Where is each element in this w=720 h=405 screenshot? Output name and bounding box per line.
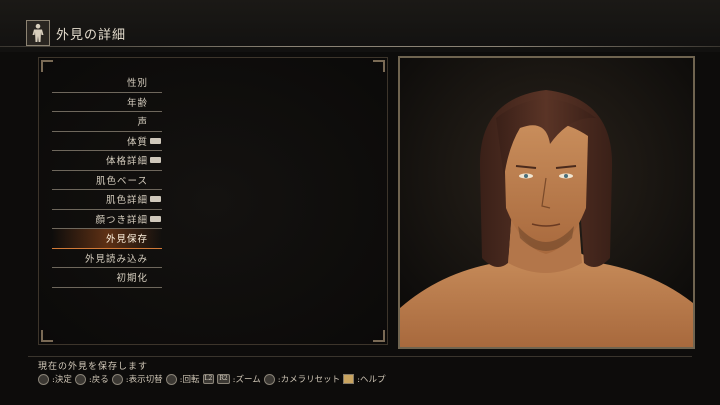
frame-corner	[41, 330, 53, 342]
r3-button-icon	[263, 373, 275, 385]
character-preview[interactable]	[398, 56, 695, 349]
header-divider	[0, 46, 720, 47]
menu-item-label: 声	[137, 117, 148, 129]
controls-legend: :決定 :戻る :表示切替 :回転 L2 R2:ズーム :カメラリセット :ヘルプ	[38, 373, 386, 385]
footer-divider	[28, 356, 692, 357]
frame-corner	[373, 330, 385, 342]
menu-item[interactable]: 初期化	[52, 268, 162, 288]
menu-item[interactable]: 体質	[52, 132, 162, 151]
submenu-icon	[150, 196, 161, 202]
circle-button-icon	[38, 373, 49, 385]
control-label: :戻る	[88, 375, 109, 385]
menu-item[interactable]: 外見読み込み	[52, 249, 162, 268]
r2-button-icon: R2	[217, 374, 230, 384]
menu-item[interactable]: 外見保存	[52, 229, 162, 249]
control-label: :カメラリセット	[277, 375, 341, 385]
menu-item[interactable]: 肌色詳細	[52, 190, 162, 210]
body-figure-icon	[26, 20, 50, 46]
menu-item[interactable]: 体格詳細	[52, 151, 162, 171]
touchpad-icon	[343, 374, 355, 384]
menu-item[interactable]: 年齢	[52, 93, 162, 112]
triangle-button-icon	[111, 373, 123, 385]
menu-item-label: 外見読み込み	[84, 253, 148, 265]
menu-item-label: 初期化	[116, 273, 148, 285]
help-text: 現在の外見を保存します	[38, 362, 149, 372]
page-title: 外見の詳細	[56, 28, 127, 43]
control-label: :ズーム	[232, 375, 261, 385]
menu-item[interactable]: 肌色ベース	[52, 171, 162, 190]
appearance-menu-list: 性別年齢声体質 体格詳細肌色ベース肌色詳細 顔つき詳細外見保存外見読み込み初期化	[52, 73, 162, 288]
control-label: :ヘルプ	[357, 375, 386, 385]
menu-item[interactable]: 性別	[52, 73, 162, 93]
submenu-icon	[150, 157, 161, 163]
submenu-icon	[150, 137, 161, 144]
menu-item[interactable]: 顔つき詳細	[52, 210, 162, 229]
menu-item-label: 年齢	[126, 97, 148, 109]
submenu-icon	[150, 215, 161, 222]
r-stick-icon	[165, 373, 177, 385]
cross-button-icon	[74, 373, 86, 385]
appearance-menu-panel: 性別年齢声体質 体格詳細肌色ベース肌色詳細 顔つき詳細外見保存外見読み込み初期化	[38, 57, 388, 345]
menu-item-label: 外見保存	[105, 234, 148, 246]
frame-corner	[41, 60, 53, 72]
frame-corner	[373, 60, 385, 72]
menu-item[interactable]: 声	[52, 112, 162, 132]
menu-item-label: 肌色ベース	[95, 175, 148, 187]
l2-button-icon: L2	[202, 374, 215, 384]
character-portrait	[400, 58, 693, 347]
control-label: :表示切替	[125, 375, 163, 385]
control-label: :回転	[179, 375, 200, 385]
menu-item-label: 性別	[126, 78, 148, 90]
control-label: :決定	[52, 375, 72, 385]
